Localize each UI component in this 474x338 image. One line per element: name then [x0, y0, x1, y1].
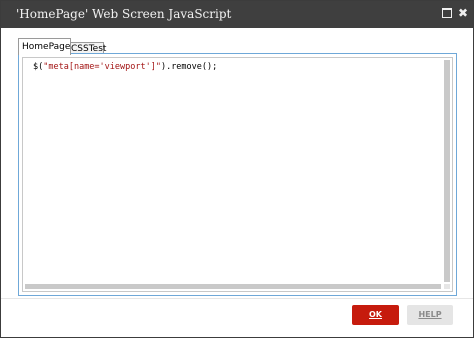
dialog-window: 'HomePage' Web Screen JavaScript ✖ HomeP… — [0, 0, 474, 338]
horizontal-scrollbar[interactable] — [25, 284, 441, 289]
close-icon[interactable]: ✖ — [457, 7, 469, 19]
code-line: $("meta[name='viewport']").remove(); — [33, 62, 217, 72]
code-suffix: ).remove(); — [160, 62, 218, 72]
ok-button[interactable]: OK — [352, 305, 399, 325]
code-prefix: $( — [33, 62, 44, 72]
vertical-scrollbar[interactable] — [444, 60, 450, 282]
title-bar[interactable]: 'HomePage' Web Screen JavaScript ✖ — [1, 1, 473, 28]
window-title: 'HomePage' Web Screen JavaScript — [16, 7, 232, 21]
maximize-icon[interactable] — [441, 7, 453, 19]
scrollbar-corner — [444, 284, 450, 289]
code-editor[interactable]: $("meta[name='viewport']").remove(); — [22, 57, 453, 292]
tab-homepage[interactable]: HomePage — [18, 38, 71, 55]
code-string-literal: "meta[name='viewport']" — [43, 62, 161, 72]
help-button[interactable]: HELP — [407, 305, 453, 325]
editor-panel: $("meta[name='viewport']").remove(); — [18, 53, 457, 296]
footer-divider — [1, 298, 473, 299]
